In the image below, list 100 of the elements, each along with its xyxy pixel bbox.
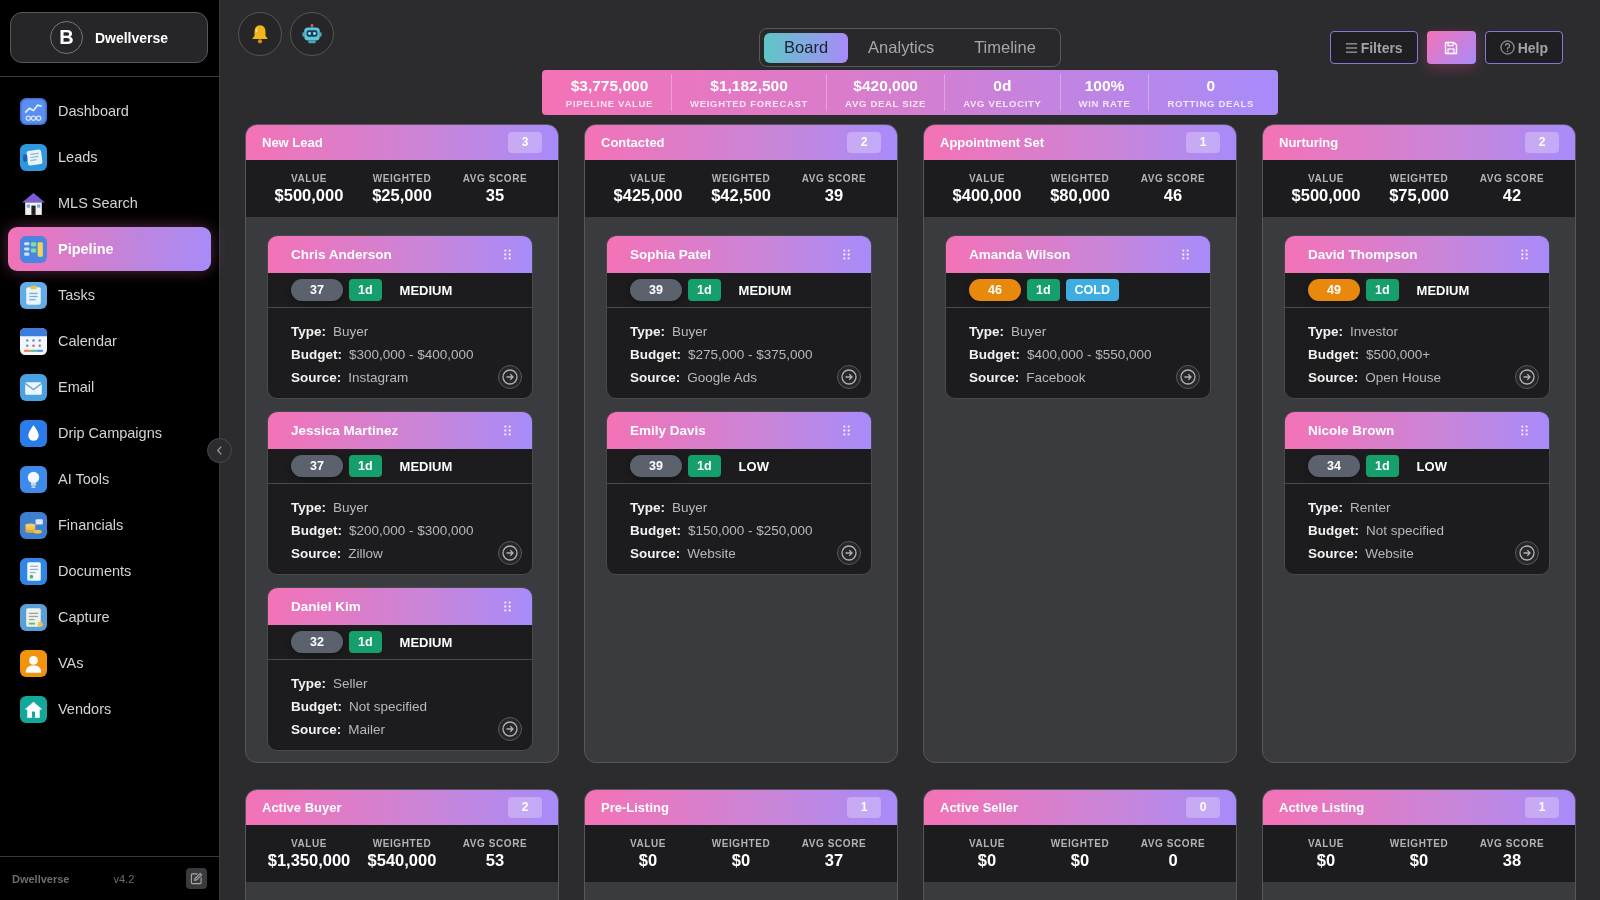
lead-name: Nicole Brown	[1308, 423, 1395, 438]
lead-card[interactable]: Emily Davis 39 1d LOW Type: Buyer Budget: $150,000 - $250,000 Source: Website	[606, 411, 872, 575]
nav-item[interactable]: VAs	[8, 641, 211, 685]
metric-label: WEIGHTED	[1050, 837, 1110, 849]
open-lead-button[interactable]	[837, 541, 861, 565]
open-lead-button[interactable]	[498, 717, 522, 741]
metric-value: $0	[731, 850, 751, 870]
assistant-button[interactable]	[290, 12, 334, 56]
detail-value: Not specified	[349, 699, 428, 714]
metric-label: VALUE	[1307, 172, 1345, 184]
drag-handle-icon[interactable]	[1521, 249, 1528, 260]
nav-item[interactable]: Documents	[8, 549, 211, 593]
receipt-icon	[20, 603, 47, 631]
stage-title: Nurturing	[1279, 135, 1339, 150]
metric-label: AVG SCORE	[1479, 172, 1545, 184]
lead-card[interactable]: Jessica Martinez 37 1d MEDIUM Type: Buyer Budget: $200,000 - $300,000 Source: Zillow	[267, 411, 533, 575]
detail-value: Mailer	[348, 722, 386, 737]
open-lead-button[interactable]	[1515, 541, 1539, 565]
priority-text: MEDIUM	[738, 282, 792, 298]
lead-card[interactable]: Chris Anderson 37 1d MEDIUM Type: Buyer Budget: $300,000 - $400,000 Source: Instagram	[267, 235, 533, 399]
priority-text: LOW	[738, 458, 769, 474]
nav-item[interactable]: AI Tools	[8, 457, 211, 501]
metric-value: $0	[1316, 850, 1336, 870]
envelope-icon	[20, 373, 47, 401]
nav-item[interactable]: Calendar	[8, 319, 211, 363]
metric-label: WEIGHTED	[711, 837, 771, 849]
open-lead-button[interactable]	[1515, 365, 1539, 389]
save-icon	[1444, 40, 1459, 55]
detail-label: Source:	[969, 370, 1020, 385]
lead-card[interactable]: Amanda Wilson 46 1d COLD Type: Buyer Budget: $400,000 - $550,000 Source: Facebook	[945, 235, 1211, 399]
metric-value: 53	[485, 850, 505, 870]
detail-label: Type:	[1308, 500, 1343, 515]
help-button[interactable]: Help	[1484, 31, 1563, 64]
stage-title: New Lead	[262, 135, 323, 150]
open-lead-button[interactable]	[1176, 365, 1200, 389]
nav-item[interactable]: MLS Search	[8, 181, 211, 225]
metric-label: WEIGHTED	[711, 172, 771, 184]
age-badge: 1d	[349, 631, 382, 653]
arrow-right-icon	[502, 721, 518, 737]
filters-button[interactable]: Filters	[1329, 31, 1418, 64]
metric-label: AVG SCORE	[801, 172, 867, 184]
brand-button[interactable]: B Dwellverse	[10, 12, 208, 63]
temperature-badge: COLD	[1065, 279, 1119, 301]
lead-card[interactable]: Sophia Patel 39 1d MEDIUM Type: Buyer Budget: $275,000 - $375,000 Source: Google Ads	[606, 235, 872, 399]
menu-icon	[1344, 41, 1358, 54]
open-lead-button[interactable]	[498, 365, 522, 389]
drag-handle-icon[interactable]	[1521, 425, 1528, 436]
nav-item[interactable]: Vendors	[8, 687, 211, 731]
lead-card[interactable]: David Thompson 49 1d MEDIUM Type: Investor Budget: $500,000+ Source: Open House	[1284, 235, 1550, 399]
drag-handle-icon[interactable]	[504, 425, 511, 436]
detail-label: Budget:	[291, 523, 342, 538]
lead-card[interactable]: Daniel Kim 32 1d MEDIUM Type: Seller Budget: Not specified Source: Mailer	[267, 587, 533, 751]
detail-value: Buyer	[672, 500, 708, 515]
detail-label: Type:	[969, 324, 1004, 339]
metric-label: WEIGHTED	[1050, 172, 1110, 184]
drag-handle-icon[interactable]	[504, 249, 511, 260]
detail-value: $300,000 - $400,000	[349, 347, 474, 362]
chevron-left-icon	[216, 445, 223, 456]
save-button[interactable]	[1426, 31, 1476, 64]
nav-item[interactable]: Dashboard	[8, 89, 211, 133]
drag-handle-icon[interactable]	[843, 249, 850, 260]
metric-value: $400,000	[952, 185, 1022, 205]
metric-label: VALUE	[968, 172, 1006, 184]
age-badge: 1d	[1366, 279, 1399, 301]
notifications-button[interactable]	[238, 12, 282, 56]
drag-handle-icon[interactable]	[843, 425, 850, 436]
stat-value: $1,182,500	[710, 76, 788, 95]
open-lead-button[interactable]	[837, 365, 861, 389]
priority-text: MEDIUM	[399, 282, 453, 298]
view-tab[interactable]: Board	[764, 32, 849, 63]
detail-value: $150,000 - $250,000	[688, 523, 813, 538]
edit-button[interactable]	[186, 868, 207, 889]
metric-value: $425,000	[613, 185, 683, 205]
drag-handle-icon[interactable]	[504, 601, 511, 612]
detail-value: Website	[1365, 546, 1414, 561]
nav-item[interactable]: Drip Campaigns	[8, 411, 211, 455]
metric-label: WEIGHTED	[372, 837, 432, 849]
detail-value: Buyer	[672, 324, 708, 339]
stage-count: 2	[508, 797, 542, 818]
nav-item[interactable]: Tasks	[8, 273, 211, 317]
detail-value: Facebook	[1026, 370, 1086, 385]
nav-item[interactable]: Financials	[8, 503, 211, 547]
stage-count: 1	[1525, 797, 1559, 818]
nav-item[interactable]: Leads	[8, 135, 211, 179]
stage-count: 3	[508, 132, 542, 153]
nav-item[interactable]: Capture	[8, 595, 211, 639]
nav-item[interactable]: Email	[8, 365, 211, 409]
detail-value: Open House	[1365, 370, 1442, 385]
open-lead-button[interactable]	[498, 541, 522, 565]
stat-label: WIN RATE	[1078, 97, 1131, 109]
lead-card[interactable]: Nicole Brown 34 1d LOW Type: Renter Budget: Not specified Source: Website	[1284, 411, 1550, 575]
metric-value: $0	[638, 850, 658, 870]
detail-value: $500,000+	[1366, 347, 1431, 362]
lead-name: Daniel Kim	[291, 599, 361, 614]
view-tab[interactable]: Analytics	[848, 32, 955, 63]
metric-value: $0	[977, 850, 997, 870]
drag-handle-icon[interactable]	[1182, 249, 1189, 260]
metric-value: 0	[1168, 850, 1178, 870]
view-tab[interactable]: Timeline	[954, 32, 1056, 63]
metric-value: 38	[1502, 850, 1522, 870]
